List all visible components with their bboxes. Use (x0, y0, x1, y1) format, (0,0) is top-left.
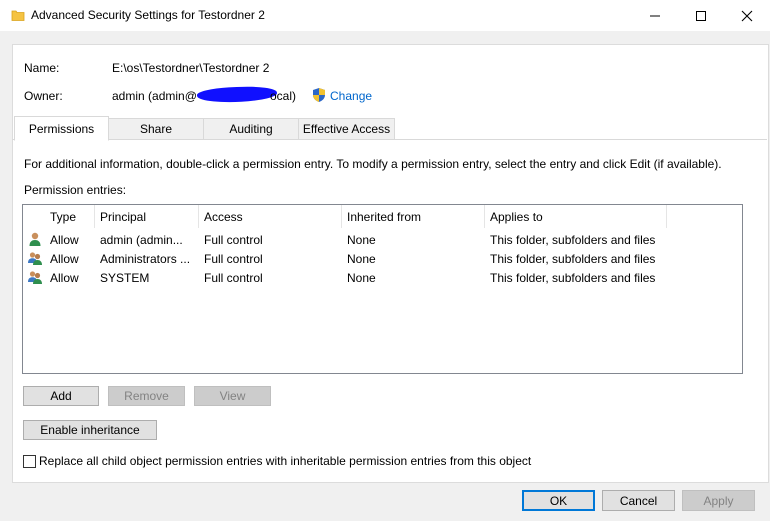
change-owner-link[interactable]: Change (330, 89, 372, 103)
uac-shield-icon (313, 88, 325, 102)
tab-divider (12, 139, 767, 140)
permission-entries-label: Permission entries: (24, 183, 127, 197)
replace-child-permissions-label: Replace all child object permission entr… (39, 454, 532, 468)
tab-effective-access-label: Effective Access (302, 122, 391, 136)
tab-auditing[interactable]: Auditing (203, 118, 299, 140)
group-icon (28, 271, 42, 284)
entry-applies-to: This folder, subfolders and files (490, 271, 656, 285)
view-button[interactable]: View (194, 386, 271, 406)
close-button[interactable] (724, 0, 770, 31)
column-header-type-label: Type (50, 209, 77, 224)
tab-auditing-label: Auditing (229, 122, 273, 136)
entry-applies-to: This folder, subfolders and files (490, 233, 656, 247)
minimize-button[interactable] (632, 0, 678, 31)
owner-value-start: admin (admin@ (112, 89, 197, 103)
enable-inheritance-button[interactable]: Enable inheritance (23, 420, 157, 440)
column-header-inherited-from[interactable]: Inherited from (347, 205, 482, 228)
cancel-button[interactable]: Cancel (602, 490, 675, 511)
minimize-icon (650, 15, 660, 16)
tab-permissions[interactable]: Permissions (14, 116, 109, 141)
permission-entry-row[interactable]: Allow SYSTEM Full control None This fold… (23, 268, 742, 287)
column-header-access-label: Access (204, 209, 243, 224)
column-divider[interactable] (94, 205, 95, 228)
column-divider[interactable] (198, 205, 199, 228)
entry-access: Full control (204, 233, 263, 247)
column-header-applies-to[interactable]: Applies to (490, 205, 665, 228)
entry-access: Full control (204, 271, 263, 285)
column-header-applies-to-label: Applies to (490, 209, 543, 224)
name-label: Name: (24, 61, 60, 75)
window-title: Advanced Security Settings for Testordne… (31, 8, 265, 22)
maximize-icon (696, 10, 706, 21)
permission-entries-list[interactable]: Type Principal Access Inherited from App… (22, 204, 743, 374)
column-header-principal[interactable]: Principal (100, 205, 198, 228)
remove-button[interactable]: Remove (108, 386, 185, 406)
add-button[interactable]: Add (23, 386, 99, 406)
instructions-text: For additional information, double-click… (24, 157, 722, 171)
owner-label: Owner: (24, 89, 63, 103)
entry-type: Allow (50, 271, 79, 285)
tab-effective-access[interactable]: Effective Access (298, 118, 395, 140)
column-divider[interactable] (666, 205, 667, 228)
apply-button[interactable]: Apply (682, 490, 755, 511)
close-icon (741, 10, 753, 21)
entry-principal: Administrators ... (100, 252, 191, 266)
tab-share-label: Share (139, 122, 173, 136)
column-divider[interactable] (341, 205, 342, 228)
entry-type: Allow (50, 233, 79, 247)
entry-principal: admin (admin... (100, 233, 183, 247)
entry-applies-to: This folder, subfolders and files (490, 252, 656, 266)
column-header-type[interactable]: Type (50, 205, 97, 228)
title-bar: Advanced Security Settings for Testordne… (0, 0, 770, 31)
folder-icon (11, 10, 25, 21)
owner-value-end: ocal) (270, 89, 297, 103)
group-icon (28, 252, 42, 265)
entry-inherited-from: None (347, 271, 376, 285)
entry-access: Full control (204, 252, 263, 266)
entry-inherited-from: None (347, 252, 376, 266)
entry-principal: SYSTEM (100, 271, 150, 285)
tab-permissions-label: Permissions (28, 121, 95, 136)
entry-inherited-from: None (347, 233, 376, 247)
name-value: E:\os\Testordner\Testordner 2 (112, 61, 270, 75)
replace-child-permissions-checkbox[interactable] (23, 455, 36, 468)
column-divider[interactable] (484, 205, 485, 228)
user-icon (29, 232, 41, 246)
column-header-access[interactable]: Access (204, 205, 339, 228)
column-header-inherited-from-label: Inherited from (347, 209, 422, 224)
column-header-principal-label: Principal (100, 209, 147, 224)
permission-entry-row[interactable]: Allow Administrators ... Full control No… (23, 249, 742, 268)
permission-entry-row[interactable]: Allow admin (admin... Full control None … (23, 230, 742, 249)
entry-type: Allow (50, 252, 79, 266)
ok-button[interactable]: OK (522, 490, 595, 511)
maximize-button[interactable] (678, 0, 724, 31)
tab-share[interactable]: Share (108, 118, 204, 140)
